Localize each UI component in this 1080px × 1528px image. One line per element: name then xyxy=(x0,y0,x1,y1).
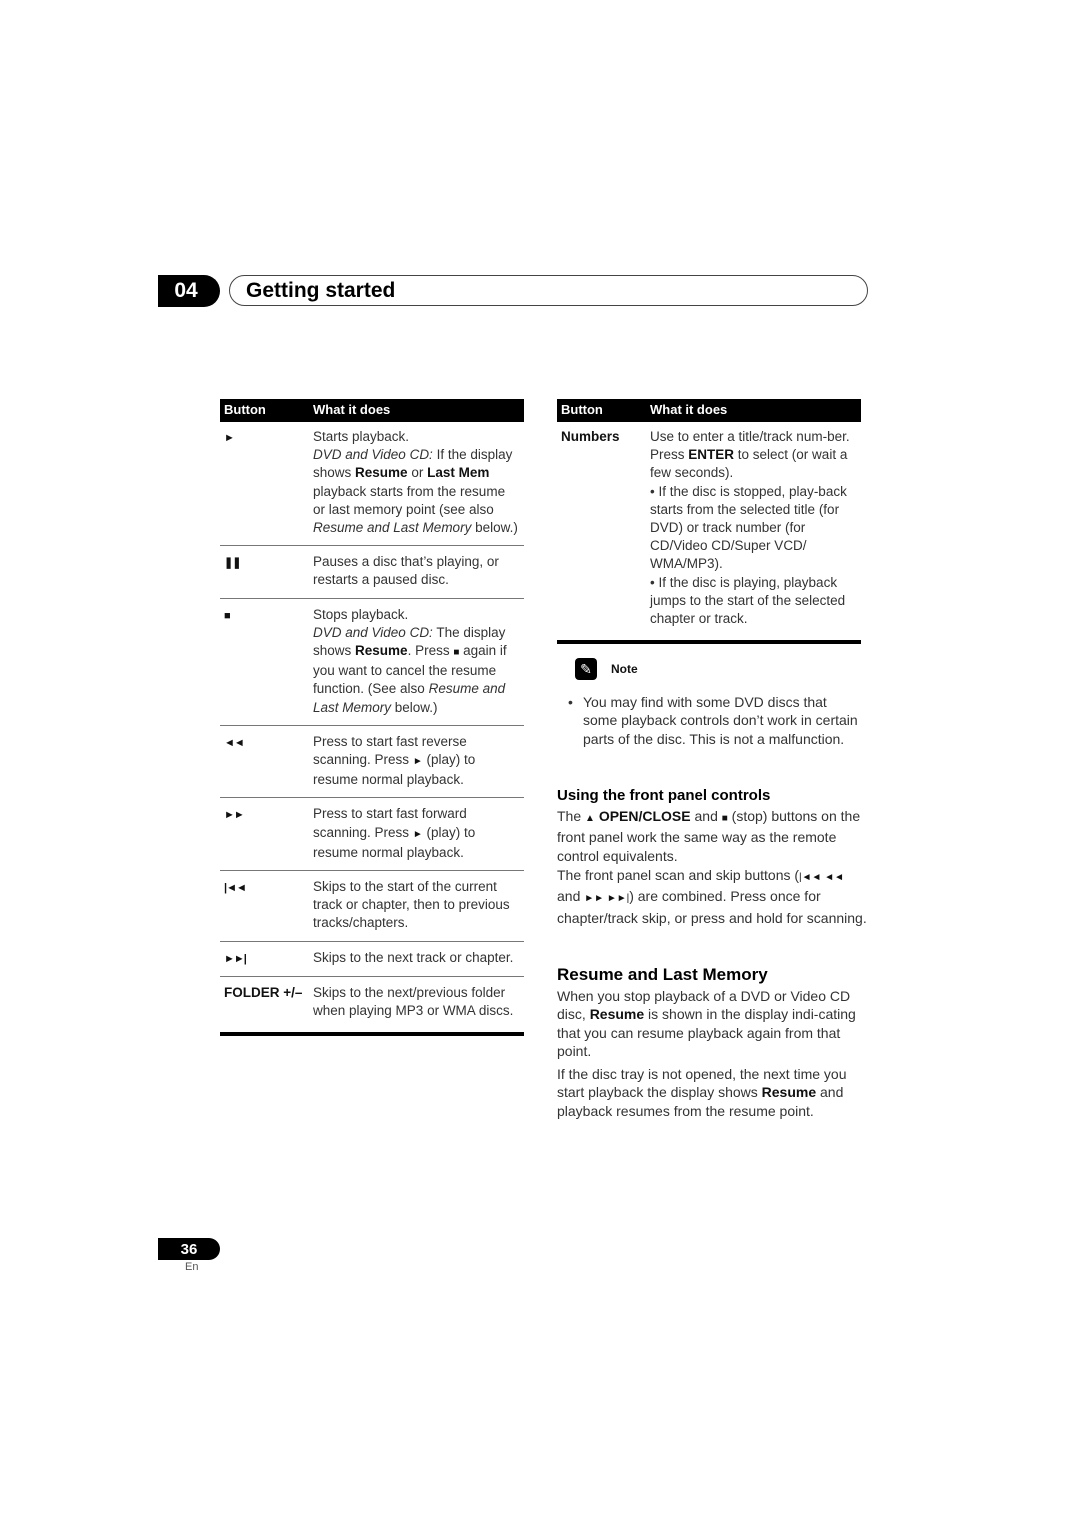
skip-previous-icon: |◄◄ xyxy=(224,882,247,895)
pencil-icon: ✎ xyxy=(575,658,597,680)
table-row: ►► Press to start fast forward scanning.… xyxy=(220,798,524,872)
resume-p1: When you stop playback of a DVD or Video… xyxy=(557,987,869,1060)
eject-icon: ▲ xyxy=(585,813,595,824)
table-row: |◄◄ Skips to the start of the current tr… xyxy=(220,871,524,942)
resume-p2: If the disc tray is not opened, the next… xyxy=(557,1065,869,1120)
resume-bold: Resume xyxy=(761,1084,817,1101)
row-text: below.) xyxy=(391,699,438,715)
front-panel-p1: The ▲ OPEN/CLOSE and ■ (stop) buttons on… xyxy=(557,807,869,865)
pause-icon: ❚❚ xyxy=(224,557,241,570)
row-italic: Resume and Last Memory xyxy=(313,520,472,536)
col-button-header: Button xyxy=(561,402,603,418)
skip-reverse-icons: |◄◄ ◄◄ xyxy=(799,872,845,883)
row-text: Skips to the next/previous folder when p… xyxy=(313,984,514,1019)
row-text: below.) xyxy=(471,520,518,536)
row-text: . Press xyxy=(407,643,454,659)
play-icon: ► xyxy=(412,828,423,840)
text: The front panel scan and skip buttons ( xyxy=(557,867,800,883)
row-bullet: • If the disc is stopped, play-back star… xyxy=(650,483,847,572)
col-what-header: What it does xyxy=(650,402,728,418)
table-header: Button What it does xyxy=(220,399,524,422)
bullet: • xyxy=(568,694,573,710)
row-bold: Last Mem xyxy=(427,465,490,481)
col-button-header: Button xyxy=(224,402,266,418)
text: and xyxy=(557,888,585,905)
fast-forward-icon: ►► xyxy=(224,809,245,822)
row-text: Skips to the next track or chapter. xyxy=(313,949,514,965)
row-text: or xyxy=(407,465,428,481)
table-row: ❚❚ Pauses a disc that’s playing, or rest… xyxy=(220,546,524,599)
text: and xyxy=(690,808,722,824)
resume-bold: Resume xyxy=(589,1006,645,1023)
page-number: 36 xyxy=(158,1238,220,1260)
button-table-right: Button What it does Numbers Use to enter… xyxy=(557,399,861,645)
table-row: Numbers Use to enter a title/track num-b… xyxy=(557,422,861,645)
row-text: Pauses a disc that’s playing, or restart… xyxy=(313,554,499,588)
row-italic: DVD and Video CD: xyxy=(313,624,433,640)
skip-forward-icons: ►► ►►| xyxy=(584,893,630,905)
row-text: playback starts from the resume or last … xyxy=(313,483,506,517)
row-bold: Resume xyxy=(355,643,408,659)
chapter-title: Getting started xyxy=(229,275,868,306)
stop-icon: ■ xyxy=(224,609,231,622)
folder-label: FOLDER +/– xyxy=(224,984,303,1000)
note-header: ✎ Note xyxy=(575,658,638,680)
resume-heading: Resume and Last Memory xyxy=(557,965,768,984)
row-text: Stops playback. xyxy=(313,606,409,622)
col-what-header: What it does xyxy=(313,402,391,418)
chapter-number: 04 xyxy=(158,275,220,307)
table-row: ► Starts playback. DVD and Video CD: If … xyxy=(220,422,524,547)
table-row: ►►| Skips to the next track or chapter. xyxy=(220,942,524,977)
table-row: FOLDER +/– Skips to the next/previous fo… xyxy=(220,977,524,1037)
numbers-label: Numbers xyxy=(561,429,620,444)
row-italic: DVD and Video CD: xyxy=(313,447,433,463)
page-language: En xyxy=(185,1261,199,1273)
table-header: Button What it does xyxy=(557,399,861,422)
note-text: You may find with some DVD discs that so… xyxy=(583,694,858,747)
front-panel-p2: The front panel scan and skip buttons (|… xyxy=(557,866,869,927)
note-item: • You may find with some DVD discs that … xyxy=(568,693,860,748)
row-bold: ENTER xyxy=(688,447,735,463)
fast-reverse-icon: ◄◄ xyxy=(224,736,245,749)
play-icon: ► xyxy=(412,756,423,768)
play-icon: ► xyxy=(224,432,235,444)
table-row: ◄◄ Press to start fast reverse scanning.… xyxy=(220,726,524,799)
row-text: Starts playback. xyxy=(313,429,410,444)
open-close-label: OPEN/CLOSE xyxy=(598,808,691,824)
skip-next-icon: ►►| xyxy=(224,952,247,965)
text: The xyxy=(557,808,586,824)
row-text: Skips to the start of the current track … xyxy=(313,879,510,931)
row-bullet: • If the disc is playing, playback jumps… xyxy=(650,574,846,627)
front-panel-heading: Using the front panel controls xyxy=(557,787,771,804)
note-label: Note xyxy=(611,662,638,676)
table-row: ■ Stops playback. DVD and Video CD: The … xyxy=(220,599,524,726)
button-table-left: Button What it does ► Starts playback. D… xyxy=(220,399,524,1037)
row-bold: Resume xyxy=(355,465,408,481)
